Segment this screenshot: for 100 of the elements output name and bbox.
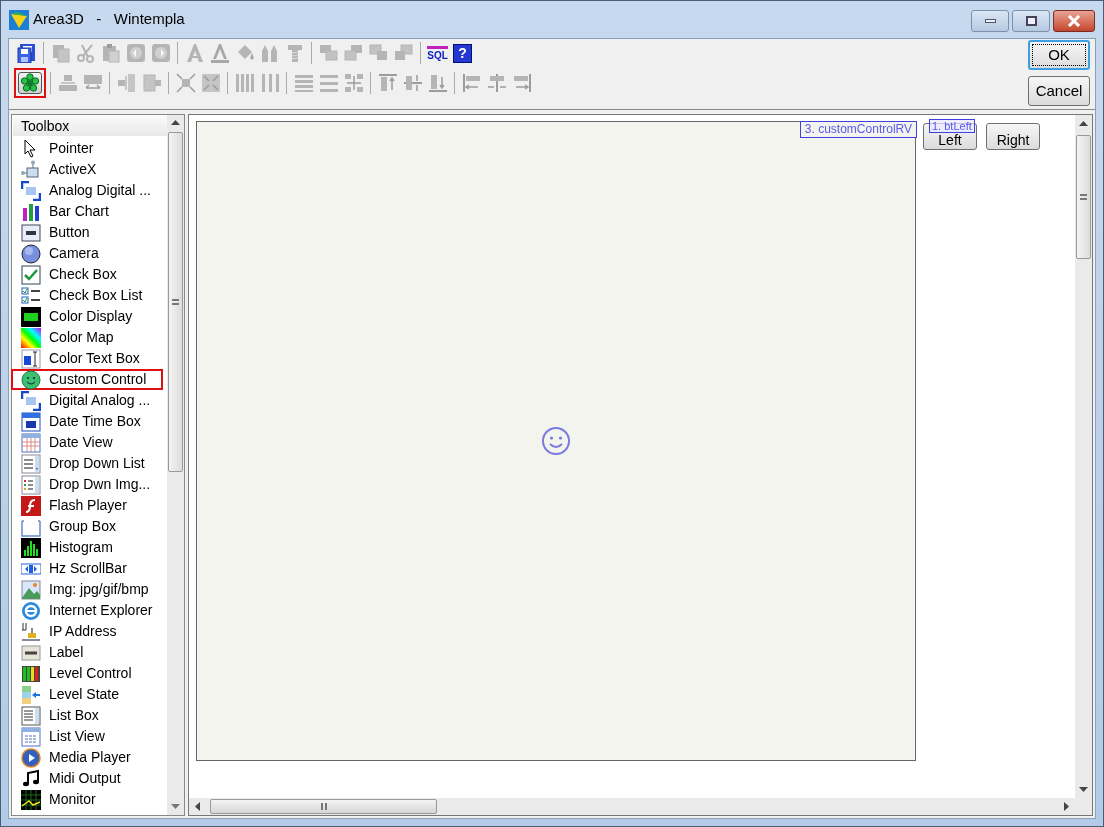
move-icon bbox=[343, 73, 364, 93]
rows-icon bbox=[318, 73, 339, 93]
toolbox-item[interactable]: Camera bbox=[11, 243, 163, 264]
control-tag: 1. btLeft bbox=[929, 119, 975, 133]
center-icon bbox=[116, 73, 137, 93]
sql-button[interactable]: SQL bbox=[425, 41, 450, 65]
toolbox-item[interactable]: Pointer bbox=[11, 138, 163, 159]
toolbox-item[interactable]: Hz ScrollBar bbox=[11, 558, 163, 579]
toolbox-item[interactable]: Media Player bbox=[11, 747, 163, 768]
scroll-right-icon[interactable] bbox=[1064, 802, 1069, 811]
scrollbar-thumb[interactable] bbox=[210, 799, 437, 814]
sphere-icon bbox=[21, 243, 41, 264]
scroll-up-icon[interactable] bbox=[1079, 121, 1088, 126]
form-button[interactable]: Right bbox=[986, 123, 1040, 150]
toolbox-item[interactable]: Drop Dwn Img... bbox=[11, 474, 163, 495]
align-right-icon bbox=[511, 73, 532, 93]
connector-icon bbox=[21, 159, 41, 180]
scrollbar-thumb[interactable] bbox=[168, 132, 183, 472]
toolbox-item[interactable]: IP Address bbox=[11, 621, 163, 642]
cancel-button[interactable]: Cancel bbox=[1028, 76, 1090, 106]
toolbox-item[interactable]: Analog Digital ... bbox=[11, 180, 163, 201]
spacing-icon bbox=[57, 73, 78, 93]
minimize-button[interactable] bbox=[971, 10, 1009, 32]
bar-chart-icon bbox=[21, 201, 41, 222]
toolbox-item[interactable]: Histogram bbox=[11, 537, 163, 558]
toolbox-item[interactable]: Digital Analog ... bbox=[11, 390, 163, 411]
toolbox-item[interactable]: Flash Player bbox=[11, 495, 163, 516]
list-box-icon bbox=[21, 705, 41, 726]
ok-button[interactable]: OK bbox=[1028, 40, 1090, 70]
toolbox-header: Toolbox bbox=[13, 116, 167, 136]
toolbox-item[interactable]: Midi Output bbox=[11, 768, 163, 789]
shrink-icon bbox=[175, 73, 196, 93]
grid-icon bbox=[21, 432, 41, 453]
smiley-icon bbox=[21, 369, 41, 390]
crayons-icon bbox=[259, 43, 280, 63]
scrollbar-thumb[interactable] bbox=[1076, 135, 1091, 259]
grow-icon bbox=[200, 73, 221, 93]
music-note-icon bbox=[21, 768, 41, 789]
toolbox-item[interactable]: Label bbox=[11, 642, 163, 663]
toolbox-item[interactable]: Img: jpg/gif/bmp bbox=[11, 579, 163, 600]
toolbox-item[interactable]: Button bbox=[11, 222, 163, 243]
toolbox-item[interactable]: Date Time Box bbox=[11, 411, 163, 432]
app-logo-icon bbox=[9, 9, 29, 30]
vertical-scrollbar[interactable] bbox=[167, 115, 184, 815]
label-icon bbox=[21, 642, 41, 663]
layers-icon bbox=[393, 43, 414, 63]
toolbox-item[interactable]: Color Text Box bbox=[11, 348, 163, 369]
align-left-icon bbox=[461, 73, 482, 93]
align-center-icon bbox=[486, 73, 507, 93]
toolbox-item[interactable]: List Box bbox=[11, 705, 163, 726]
toolbox-item[interactable]: Check Box List bbox=[11, 285, 163, 306]
toolbox-item[interactable]: Check Box bbox=[11, 264, 163, 285]
frame-icon bbox=[21, 390, 41, 411]
checklist-icon bbox=[21, 285, 41, 306]
undo-icon bbox=[125, 43, 146, 63]
help-button[interactable]: ? bbox=[450, 41, 475, 65]
window-title: Area3D - Wintempla bbox=[33, 9, 185, 30]
clipboard-icon bbox=[100, 43, 121, 63]
scroll-up-icon[interactable] bbox=[171, 120, 180, 125]
close-button[interactable] bbox=[1053, 10, 1095, 32]
toolbox-item[interactable]: Level State bbox=[11, 684, 163, 705]
toolbox-item[interactable]: List View bbox=[11, 726, 163, 747]
toolbox-item[interactable]: Internet Explorer bbox=[11, 600, 163, 621]
media-icon bbox=[21, 747, 41, 768]
star-button[interactable] bbox=[14, 68, 46, 98]
toolbox-item[interactable]: Bar Chart bbox=[11, 201, 163, 222]
network-icon bbox=[21, 621, 41, 642]
scroll-left-icon[interactable] bbox=[195, 802, 200, 811]
toolbox-item[interactable]: Custom Control bbox=[11, 369, 163, 390]
layers-icon bbox=[368, 43, 389, 63]
toolbox-item[interactable]: Monitor bbox=[11, 789, 163, 810]
toolbox-item[interactable]: Date View bbox=[11, 432, 163, 453]
close-icon bbox=[1067, 15, 1081, 27]
scroll-down-icon[interactable] bbox=[171, 804, 180, 809]
toolbox-item[interactable]: Color Map bbox=[11, 327, 163, 348]
canvas-vertical-scrollbar[interactable] bbox=[1075, 115, 1092, 798]
horizontal-scrollbar[interactable] bbox=[189, 798, 1075, 815]
layers-icon bbox=[343, 43, 364, 63]
toolbox-item[interactable]: Color Display bbox=[11, 306, 163, 327]
frame-icon bbox=[21, 180, 41, 201]
columns-icon bbox=[234, 73, 255, 93]
histogram-icon bbox=[21, 537, 41, 558]
toolbox-item[interactable]: ActiveX bbox=[11, 159, 163, 180]
flash-icon bbox=[21, 495, 41, 516]
redo-icon bbox=[150, 43, 171, 63]
scroll-down-icon[interactable] bbox=[1079, 787, 1088, 792]
maximize-button[interactable] bbox=[1012, 10, 1050, 32]
smiley-icon bbox=[541, 426, 571, 456]
text-box-icon bbox=[21, 348, 41, 369]
columns-icon bbox=[259, 73, 280, 93]
star-icon bbox=[20, 73, 40, 93]
align-top-icon bbox=[377, 73, 398, 93]
toolbox-item[interactable]: Level Control bbox=[11, 663, 163, 684]
align-bottom-icon bbox=[427, 73, 448, 93]
display-icon bbox=[21, 306, 41, 327]
copy-icon bbox=[50, 43, 71, 63]
rows-icon bbox=[293, 73, 314, 93]
toolbox-item[interactable]: Group Box bbox=[11, 516, 163, 537]
button-icon bbox=[21, 222, 41, 243]
toolbox-item[interactable]: Drop Down List bbox=[11, 453, 163, 474]
